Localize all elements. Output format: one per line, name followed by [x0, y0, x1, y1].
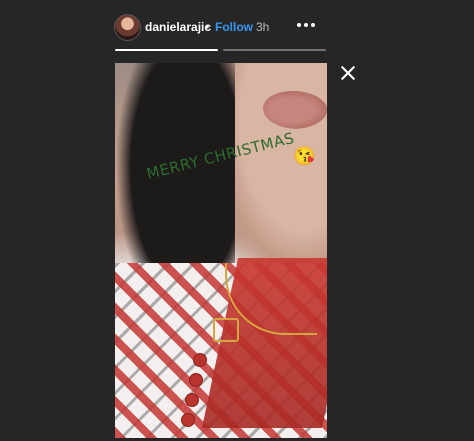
progress-segment — [223, 49, 326, 51]
timestamp: 3h — [256, 20, 270, 34]
close-icon[interactable] — [340, 65, 356, 81]
pendant — [213, 318, 239, 342]
story-progress-bar — [115, 49, 326, 51]
kiss-emoji-sticker: 😘 — [293, 146, 316, 166]
pajama-buttons — [175, 353, 215, 438]
more-options-icon[interactable] — [297, 18, 319, 32]
story-media[interactable]: MERRY CHRISTMAS 😘 — [115, 63, 327, 438]
username[interactable]: danielarajic — [145, 20, 211, 34]
follow-button[interactable]: Follow — [215, 20, 253, 34]
progress-segment — [115, 49, 218, 51]
avatar[interactable] — [114, 14, 141, 41]
story-header: danielarajic • Follow 3h — [114, 12, 329, 42]
separator-dot: • — [205, 20, 210, 34]
